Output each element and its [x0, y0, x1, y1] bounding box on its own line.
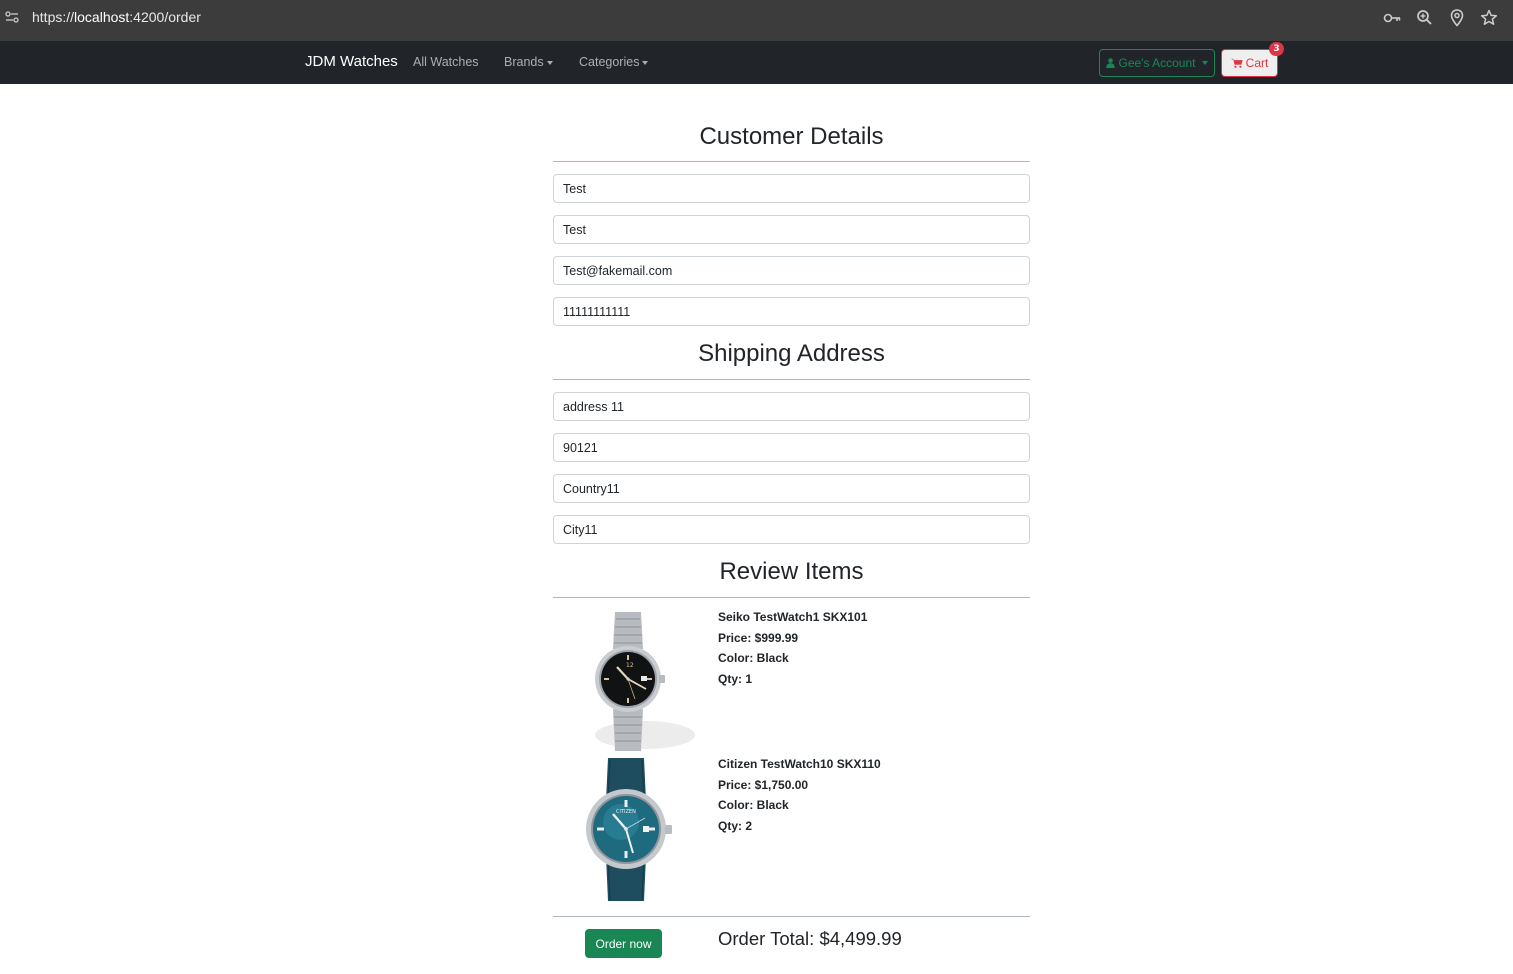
email-field[interactable]: Test@fakemail.com	[553, 256, 1030, 285]
section-divider	[553, 161, 1030, 162]
nav-all-watches[interactable]: All Watches	[413, 55, 479, 69]
shopping-cart-icon	[1230, 58, 1243, 68]
order-item: Seiko TestWatch1 SKX101 Price: $999.99 C…	[718, 607, 867, 689]
nav-categories-label: Categories	[579, 55, 640, 69]
zip-field[interactable]: 90121	[553, 433, 1030, 462]
cart-label: Cart	[1245, 56, 1269, 70]
svg-text:12: 12	[626, 662, 634, 669]
section-divider	[553, 379, 1030, 380]
item-price: Price: $999.99	[718, 630, 799, 645]
item-qty: Qty: 2	[718, 818, 753, 833]
user-icon	[1106, 58, 1116, 68]
url-host: localhost	[74, 9, 130, 25]
nav-brands-dropdown[interactable]: Brands	[504, 55, 553, 69]
bookmark-star-icon[interactable]	[1479, 8, 1499, 28]
product-image-seiko-watch: 12	[553, 607, 699, 753]
item-qty: Qty: 1	[718, 671, 753, 686]
last-name-field[interactable]: Test	[553, 215, 1030, 244]
item-name: Seiko TestWatch1 SKX101	[718, 610, 868, 624]
nav-brands-label: Brands	[504, 55, 544, 69]
zoom-icon[interactable]	[1415, 8, 1435, 28]
country-field[interactable]: Country11	[553, 474, 1030, 503]
address-bar[interactable]: https://localhost:4200/order	[32, 9, 201, 25]
chevron-down-icon	[642, 60, 649, 65]
shipping-address-heading: Shipping Address	[698, 340, 885, 367]
order-total: Order Total: $4,499.99	[718, 928, 902, 949]
customer-details-heading: Customer Details	[699, 123, 884, 150]
first-name-field[interactable]: Test	[553, 174, 1030, 203]
cart-count-badge: 3	[1269, 42, 1284, 56]
item-name: Citizen TestWatch10 SKX110	[718, 757, 881, 771]
chevron-down-icon	[1201, 61, 1208, 65]
navbar-brand[interactable]: JDM Watches	[305, 53, 398, 70]
item-price: Price: $1,750.00	[718, 777, 809, 792]
svg-text:CITIZEN: CITIZEN	[616, 809, 636, 815]
order-item: Citizen TestWatch10 SKX110 Price: $1,750…	[718, 754, 881, 836]
order-now-button[interactable]: Order now	[585, 929, 662, 958]
section-divider	[553, 597, 1030, 598]
chevron-down-icon	[546, 60, 553, 65]
site-settings-icon[interactable]	[5, 10, 19, 24]
item-color: Color: Black	[718, 798, 789, 812]
city-field[interactable]: City11	[553, 515, 1030, 544]
url-path: :4200/order	[129, 9, 201, 25]
top-navbar: JDM Watches All Watches Brands Categorie…	[0, 41, 1513, 84]
review-items-heading: Review Items	[719, 558, 864, 585]
account-label: Gee's Account	[1118, 56, 1196, 70]
browser-toolbar: https://localhost:4200/order	[0, 0, 1513, 36]
nav-all-watches-label: All Watches	[413, 55, 479, 69]
password-key-icon[interactable]	[1382, 8, 1402, 28]
location-icon[interactable]	[1447, 8, 1467, 28]
address-field[interactable]: address 11	[553, 392, 1030, 421]
item-color: Color: Black	[718, 651, 789, 665]
nav-categories-dropdown[interactable]: Categories	[579, 55, 649, 69]
product-image-citizen-watch: CITIZEN	[553, 756, 699, 902]
phone-field[interactable]: 11111111111	[553, 297, 1030, 326]
section-divider	[553, 916, 1030, 917]
account-dropdown-button[interactable]: Gee's Account	[1099, 49, 1215, 77]
url-scheme: https://	[32, 9, 75, 25]
